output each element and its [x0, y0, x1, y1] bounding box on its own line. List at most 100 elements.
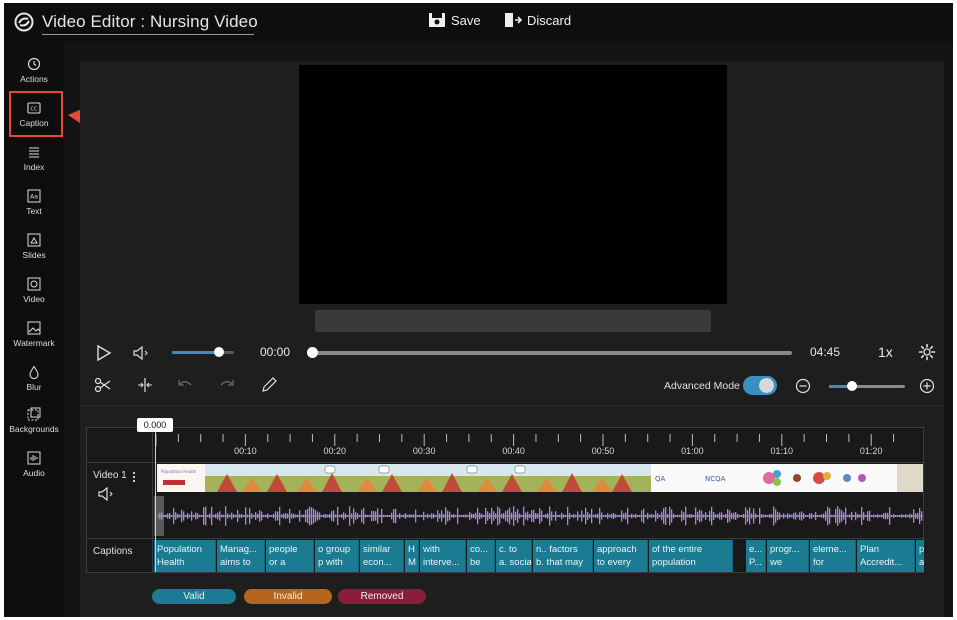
caption-segment[interactable]: similar econ... [360, 540, 404, 572]
history-icon [27, 57, 41, 71]
waveform-bar [183, 511, 185, 521]
playhead-line [155, 432, 156, 572]
caption-segment[interactable]: Manag... aims to [217, 540, 265, 572]
waveform-bar [919, 508, 921, 524]
caption-segment[interactable]: progr... we [767, 540, 809, 572]
caption-segment[interactable]: e... P... [746, 540, 766, 572]
caption-segment[interactable]: HM [405, 540, 419, 572]
waveform-bar [233, 514, 235, 518]
ruler-label: 01:20 [859, 446, 883, 456]
sidebar-item-backgrounds[interactable]: Backgrounds [4, 405, 64, 445]
waveform-bar [389, 514, 391, 518]
caption-segment[interactable]: of the entire population [649, 540, 733, 572]
waveform-bar [827, 506, 829, 526]
waveform-bar [375, 511, 377, 521]
caption-segment[interactable]: Plan Accredit... [857, 540, 915, 572]
sidebar-item-text[interactable]: Aa Text [4, 187, 64, 227]
volume-icon[interactable] [132, 345, 150, 361]
waveform-bar [907, 514, 909, 518]
waveform-bar [733, 512, 735, 520]
waveform-bar [751, 513, 753, 519]
zoom-slider-knob[interactable] [846, 381, 857, 391]
caption-line-2: M [408, 557, 416, 568]
video-preview[interactable] [299, 65, 727, 304]
save-button[interactable]: Save [428, 12, 481, 28]
zoom-slider[interactable] [829, 381, 905, 391]
waveform-bar [703, 514, 705, 518]
waveform-bar [225, 506, 227, 526]
pencil-icon[interactable] [260, 376, 278, 394]
sidebar-item-blur[interactable]: Blur [4, 363, 64, 403]
waveform-bar [595, 514, 597, 518]
track-volume-icon[interactable] [97, 486, 115, 502]
waveform-bar [851, 511, 853, 521]
zoom-in-icon[interactable] [918, 377, 936, 395]
caption-segment[interactable]: o group p with [315, 540, 359, 572]
waveform-bar [749, 507, 751, 525]
settings-gear-icon[interactable] [918, 343, 936, 361]
waveform-bar [367, 514, 369, 518]
waveform-bar [861, 506, 863, 526]
sidebar-item-video[interactable]: Video [4, 275, 64, 315]
waveform-bar [551, 511, 553, 521]
sidebar-item-slides[interactable]: Slides [4, 231, 64, 271]
undo-icon[interactable] [176, 377, 194, 393]
waveform-bar [867, 511, 869, 521]
waveform-bar [159, 513, 161, 519]
sidebar-item-audio[interactable]: Audio [4, 449, 64, 489]
waveform-bar [403, 514, 405, 518]
waveform-bar [399, 513, 401, 519]
audio-waveform[interactable] [157, 496, 923, 536]
waveform-bar [279, 506, 281, 526]
seek-bar-knob[interactable] [307, 347, 318, 358]
caption-segment[interactable]: c. to a. social [496, 540, 532, 572]
waveform-bar [523, 506, 525, 526]
play-icon[interactable] [96, 344, 112, 362]
waveform-bar [807, 515, 809, 517]
volume-slider[interactable] [172, 347, 234, 357]
waveform-bar [307, 508, 309, 524]
sidebar-item-watermark[interactable]: Watermark [4, 319, 64, 359]
waveform-bar [769, 514, 771, 518]
seek-bar[interactable] [307, 347, 792, 358]
waveform-bar [705, 512, 707, 520]
caption-segment[interactable]: co... be [467, 540, 495, 572]
caption-segment[interactable]: people or a [266, 540, 314, 572]
volume-slider-knob[interactable] [213, 347, 224, 357]
waveform-bar [281, 514, 283, 518]
caption-segment[interactable]: Population Health [154, 540, 216, 572]
waveform-bar [365, 514, 367, 518]
zoom-out-icon[interactable] [794, 377, 812, 395]
waveform-bar [503, 513, 505, 519]
waveform-bar [241, 514, 243, 518]
waveform-bar [835, 508, 837, 524]
waveform-bar [857, 513, 859, 519]
caption-line-2: a. social [499, 557, 532, 568]
scissors-icon[interactable] [94, 377, 112, 393]
discard-button[interactable]: Discard [504, 12, 571, 28]
caption-segment[interactable]: approach to every [594, 540, 648, 572]
video-thumbnail-strip[interactable]: Population Health QA NCQA [157, 464, 923, 492]
advanced-mode-toggle[interactable] [743, 376, 777, 395]
caption-segment[interactable]: with interve... [420, 540, 466, 572]
track-menu-icon[interactable] [131, 470, 137, 484]
sidebar-item-actions[interactable]: Actions [4, 55, 64, 95]
waveform-bar [799, 512, 801, 520]
waveform-bar [369, 514, 371, 518]
caption-segment[interactable]: pa [916, 540, 924, 572]
redo-icon[interactable] [218, 377, 236, 393]
waveform-bar [481, 513, 483, 519]
sidebar-item-index[interactable]: Index [4, 143, 64, 183]
waveform-bar [661, 511, 663, 521]
playback-speed-button[interactable]: 1x [878, 344, 893, 360]
waveform-bar [381, 509, 383, 523]
playhead-time-badge[interactable]: 0.000 [137, 418, 173, 432]
caption-segment[interactable]: n.. factors b. that may [533, 540, 593, 572]
waveform-bar [655, 510, 657, 522]
waveform-bar [449, 511, 451, 521]
caption-segment[interactable]: eleme... for [810, 540, 856, 572]
split-icon[interactable] [136, 377, 154, 393]
waveform-bar [329, 513, 331, 519]
waveform-bar [253, 514, 255, 518]
discard-label: Discard [527, 12, 572, 28]
